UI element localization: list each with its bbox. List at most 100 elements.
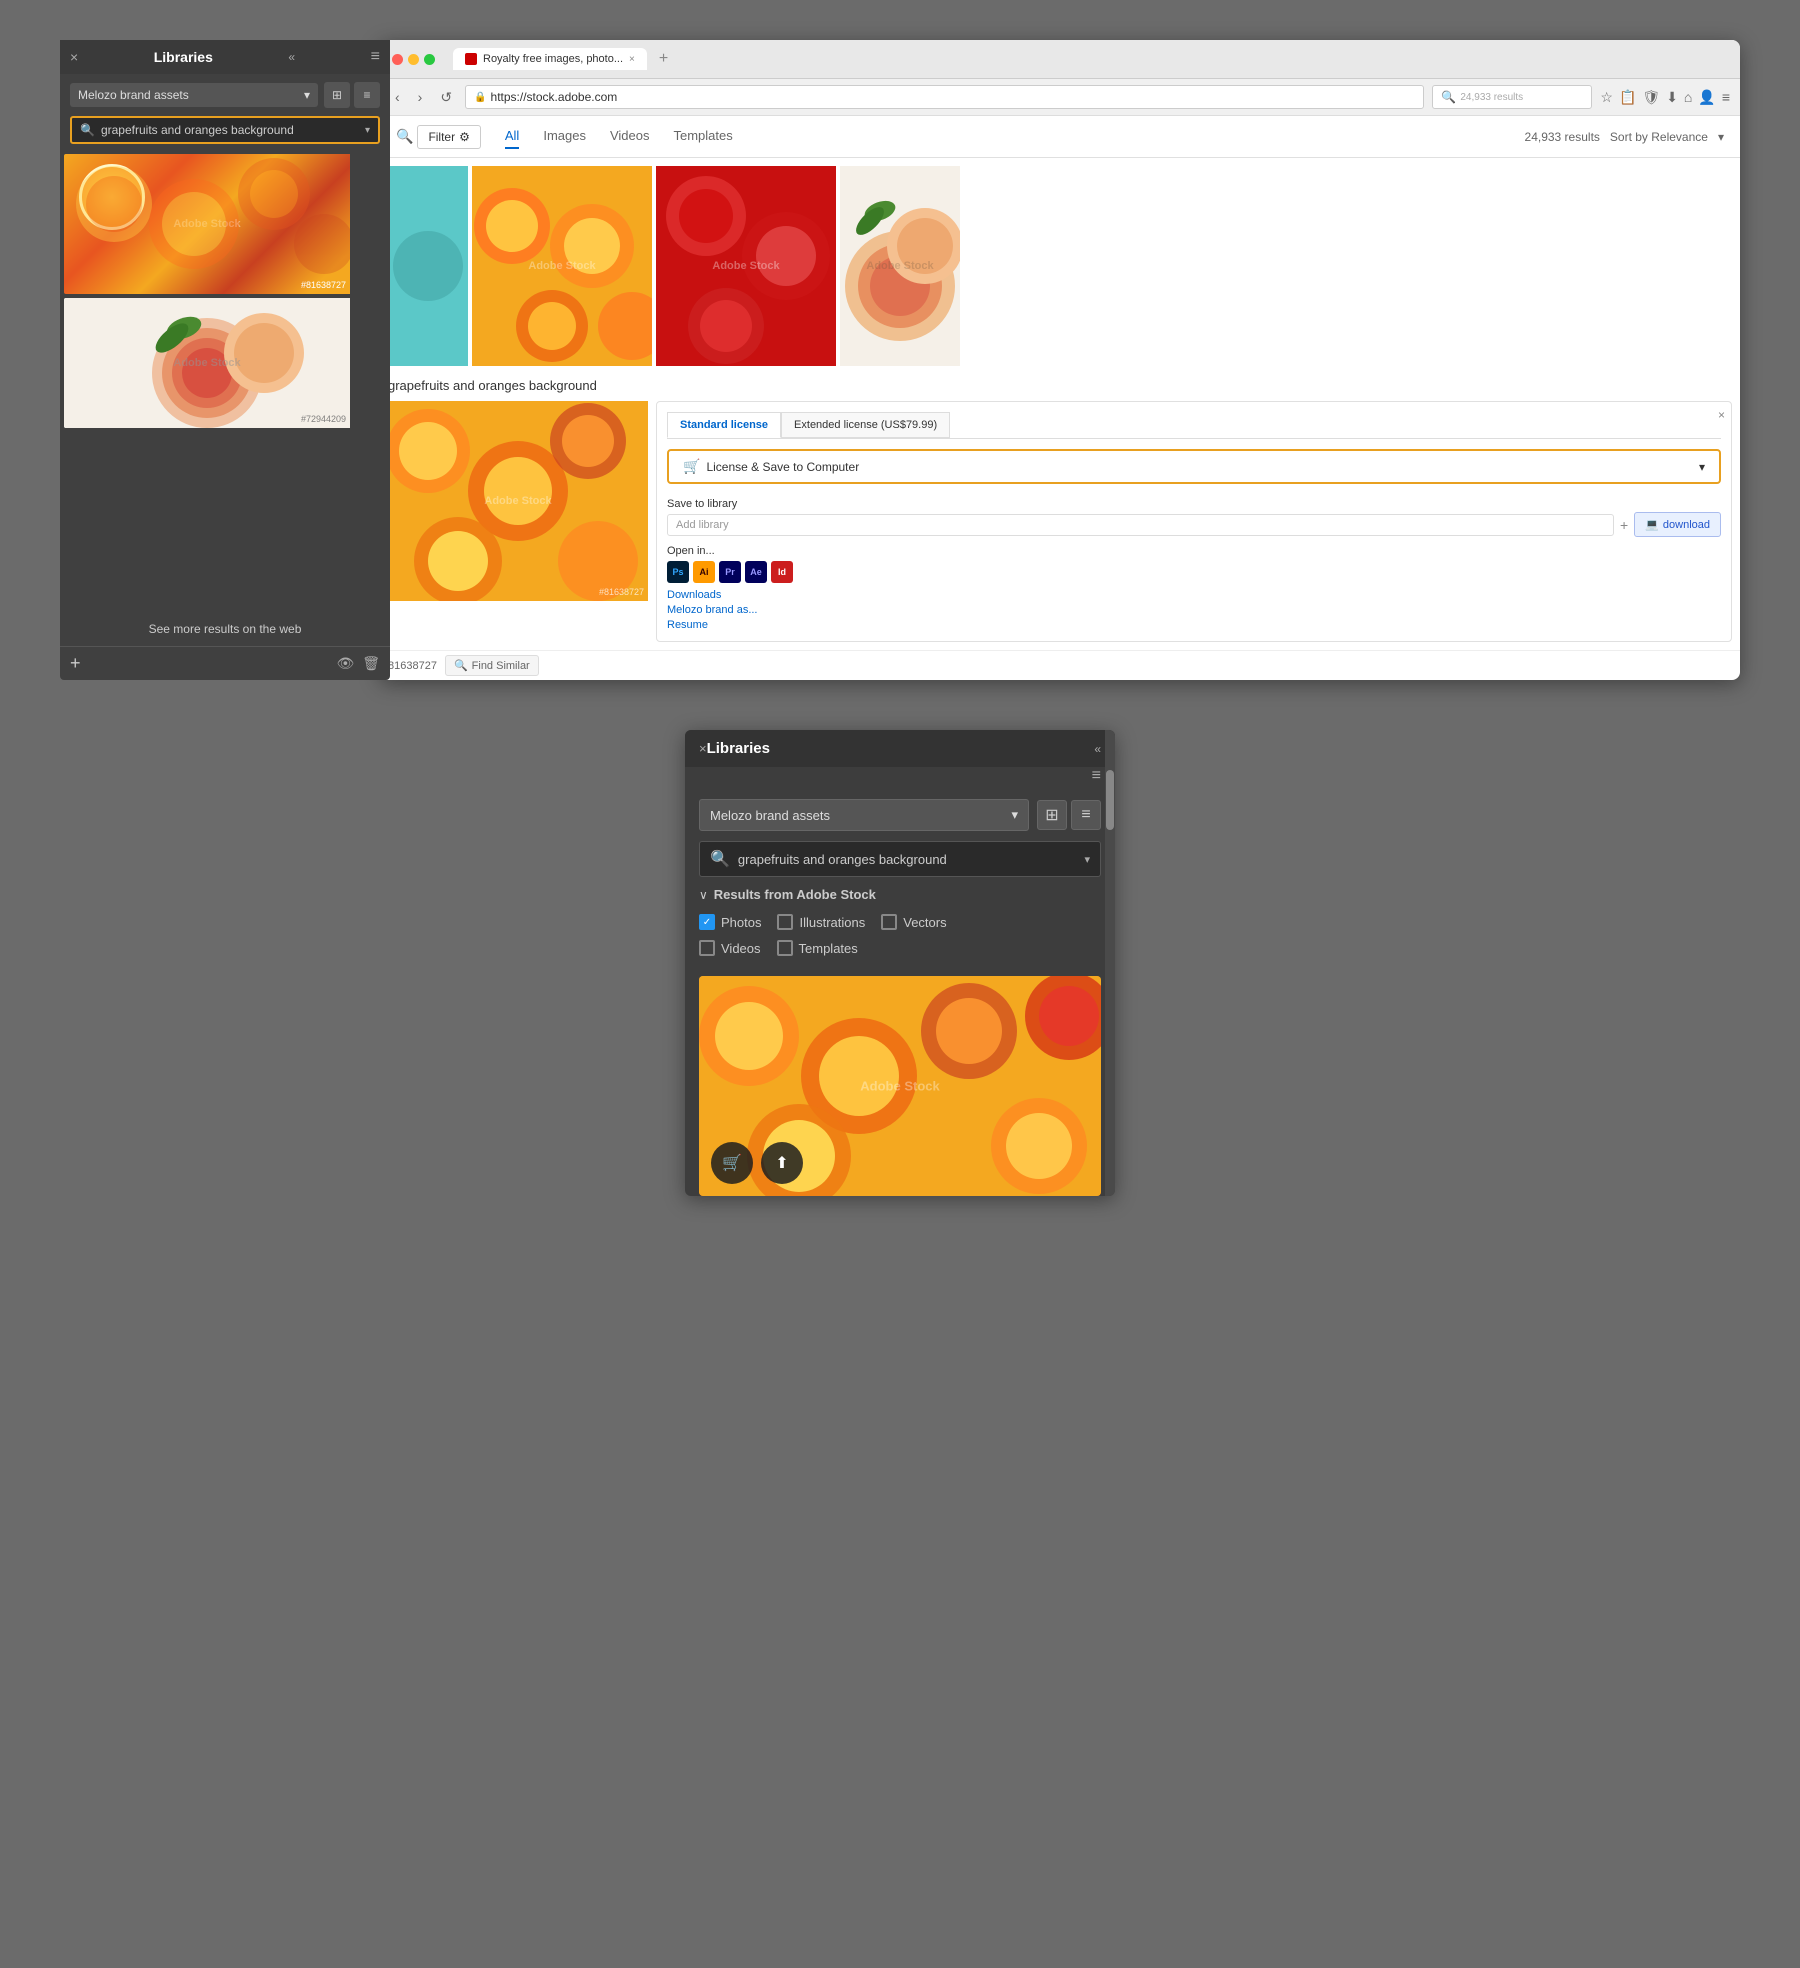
library-close-btn[interactable]: × bbox=[70, 49, 78, 65]
shield-icon[interactable]: 🛡 bbox=[1642, 89, 1660, 106]
browser-tab[interactable]: Royalty free images, photo... × bbox=[453, 48, 647, 70]
add-library-row: Add library + 💻 download bbox=[667, 512, 1721, 537]
open-in-label: Open in... bbox=[667, 545, 1721, 557]
library-dropdown[interactable]: Melozo brand assets ▾ bbox=[70, 83, 318, 107]
filter-templates[interactable]: Templates bbox=[777, 940, 858, 956]
eye-icon[interactable]: 👁 bbox=[336, 655, 354, 672]
tab-images[interactable]: Images bbox=[543, 124, 586, 149]
delete-icon[interactable]: 🗑 bbox=[362, 655, 380, 672]
search-dropdown-arrow[interactable]: ▾ bbox=[365, 125, 370, 136]
reload-btn[interactable]: ↺ bbox=[435, 86, 457, 109]
reader-icon[interactable]: 📋 bbox=[1619, 89, 1636, 106]
filter-row-1: Photos Illustrations Vectors bbox=[699, 914, 1101, 930]
maximize-window-btn[interactable] bbox=[424, 54, 435, 65]
filter-vectors[interactable]: Vectors bbox=[881, 914, 946, 930]
downloads-link[interactable]: Downloads bbox=[667, 589, 1721, 601]
melozo-link[interactable]: Melozo brand as... bbox=[667, 604, 1721, 616]
download-icon[interactable]: ⬇ bbox=[1666, 89, 1678, 106]
stock-image-red[interactable]: Adobe Stock bbox=[656, 166, 836, 366]
stock-watermark-2: Adobe Stock bbox=[528, 260, 595, 272]
premiere-icon[interactable]: Pr bbox=[719, 561, 741, 583]
library-footer: + 👁 🗑 bbox=[60, 646, 390, 680]
scroll-thumb[interactable] bbox=[1106, 770, 1114, 830]
stock-image-grapefruit[interactable]: Adobe Stock bbox=[840, 166, 960, 366]
license-save-btn[interactable]: 🛒 License & Save to Computer ▾ bbox=[667, 449, 1721, 484]
large-search-bar[interactable]: 🔍 grapefruits and oranges background ▾ bbox=[699, 841, 1101, 877]
address-bar[interactable]: 🔒 https://stock.adobe.com bbox=[465, 85, 1424, 109]
results-chevron[interactable]: ∨ bbox=[699, 888, 708, 902]
aftereffects-icon[interactable]: Ae bbox=[745, 561, 767, 583]
library-collapse-btn[interactable]: « bbox=[288, 50, 295, 64]
tab-all[interactable]: All bbox=[505, 124, 519, 149]
license-close-btn[interactable]: × bbox=[1718, 408, 1725, 422]
new-tab-btn[interactable]: + bbox=[659, 50, 668, 68]
sort-chevron[interactable]: ▾ bbox=[1718, 130, 1724, 144]
photoshop-icon[interactable]: Ps bbox=[667, 561, 689, 583]
library-menu-btn[interactable]: ≡ bbox=[371, 48, 380, 66]
browser-search-bar[interactable]: 🔍 24,933 results bbox=[1432, 85, 1592, 109]
large-image-preview[interactable]: Adobe Stock 🛒 ⬆ bbox=[699, 976, 1101, 1196]
resume-link[interactable]: Resume bbox=[667, 619, 1721, 631]
tab-videos[interactable]: Videos bbox=[610, 124, 650, 149]
library-image-item-2[interactable]: Adobe Stock #72944209 bbox=[64, 298, 386, 428]
tab-close-btn[interactable]: × bbox=[629, 54, 635, 65]
results-section: ∨ Results from Adobe Stock Photos Illust… bbox=[685, 887, 1115, 976]
templates-checkbox[interactable] bbox=[777, 940, 793, 956]
bottom-image-id: 81638727 bbox=[388, 660, 437, 672]
extended-license-tab[interactable]: Extended license (US$79.99) bbox=[781, 412, 950, 438]
add-library-input[interactable]: Add library bbox=[667, 514, 1614, 536]
grid-view-btn[interactable]: ⊞ bbox=[324, 82, 350, 108]
filter-illustrations[interactable]: Illustrations bbox=[777, 914, 865, 930]
large-grid-view-btn[interactable]: ⊞ bbox=[1037, 800, 1067, 830]
vectors-checkbox[interactable] bbox=[881, 914, 897, 930]
stock-bottom-bar: 81638727 🔍 Find Similar bbox=[380, 650, 1740, 680]
indesign-icon[interactable]: Id bbox=[771, 561, 793, 583]
person-icon[interactable]: 👤 bbox=[1698, 89, 1715, 106]
large-search-chevron[interactable]: ▾ bbox=[1084, 853, 1090, 866]
search-icon: 🔍 bbox=[1441, 90, 1456, 104]
add-to-cart-overlay-btn[interactable]: 🛒 bbox=[711, 1142, 753, 1184]
library-image-item-1[interactable]: Adobe Stock #81638727 bbox=[64, 154, 386, 294]
stock-image-oranges[interactable]: Adobe Stock bbox=[472, 166, 652, 366]
large-list-view-btn[interactable]: ≡ bbox=[1071, 800, 1101, 830]
large-collapse-btn[interactable]: « bbox=[1094, 742, 1101, 756]
filter-photos[interactable]: Photos bbox=[699, 914, 761, 930]
stock-image-teal[interactable] bbox=[388, 166, 468, 366]
photos-checkbox[interactable] bbox=[699, 914, 715, 930]
videos-checkbox[interactable] bbox=[699, 940, 715, 956]
add-library-btn[interactable]: + bbox=[1620, 517, 1628, 533]
minimize-window-btn[interactable] bbox=[408, 54, 419, 65]
sort-label[interactable]: Sort by Relevance bbox=[1610, 130, 1708, 144]
large-library-dropdown[interactable]: Melozo brand assets ▾ bbox=[699, 799, 1029, 831]
stock-license-panel: × Standard license Extended license (US$… bbox=[656, 401, 1732, 642]
scroll-track[interactable] bbox=[1105, 730, 1115, 1196]
illustrations-checkbox[interactable] bbox=[777, 914, 793, 930]
illustrator-icon[interactable]: Ai bbox=[693, 561, 715, 583]
large-watermark: Adobe Stock bbox=[484, 495, 551, 507]
library-search-bar[interactable]: 🔍 grapefruits and oranges background ▾ bbox=[70, 116, 380, 144]
forward-btn[interactable]: › bbox=[413, 86, 428, 108]
add-btn[interactable]: + bbox=[70, 653, 81, 674]
upload-overlay-btn[interactable]: ⬆ bbox=[761, 1142, 803, 1184]
browser-search-label: 24,933 results bbox=[1460, 92, 1523, 103]
dropdown-arrow[interactable]: ▾ bbox=[1699, 460, 1705, 474]
url-text: https://stock.adobe.com bbox=[491, 90, 618, 104]
tab-templates[interactable]: Templates bbox=[673, 124, 732, 149]
library-controls: Melozo brand assets ▾ ⊞ ≡ bbox=[60, 74, 390, 116]
back-btn[interactable]: ‹ bbox=[390, 86, 405, 108]
stock-filter-btn[interactable]: Filter ⚙ bbox=[417, 125, 480, 149]
large-close-btn[interactable]: × bbox=[699, 741, 707, 756]
home-icon[interactable]: ⌂ bbox=[1684, 89, 1692, 106]
see-more-web[interactable]: See more results on the web bbox=[60, 612, 390, 646]
standard-license-tab[interactable]: Standard license bbox=[667, 412, 781, 438]
stock-large-image[interactable]: Adobe Stock #81638727 bbox=[388, 401, 648, 601]
bookmark-icon[interactable]: ☆ bbox=[1600, 89, 1613, 106]
list-view-btn[interactable]: ≡ bbox=[354, 82, 380, 108]
large-menu-btn[interactable]: ≡ bbox=[1092, 767, 1101, 785]
close-window-btn[interactable] bbox=[392, 54, 403, 65]
download-btn[interactable]: 💻 download bbox=[1634, 512, 1721, 537]
view-toggle: ⊞ ≡ bbox=[324, 82, 380, 108]
find-similar-btn[interactable]: 🔍 Find Similar bbox=[445, 655, 539, 676]
filter-videos[interactable]: Videos bbox=[699, 940, 761, 956]
menu-icon[interactable]: ≡ bbox=[1722, 89, 1730, 106]
